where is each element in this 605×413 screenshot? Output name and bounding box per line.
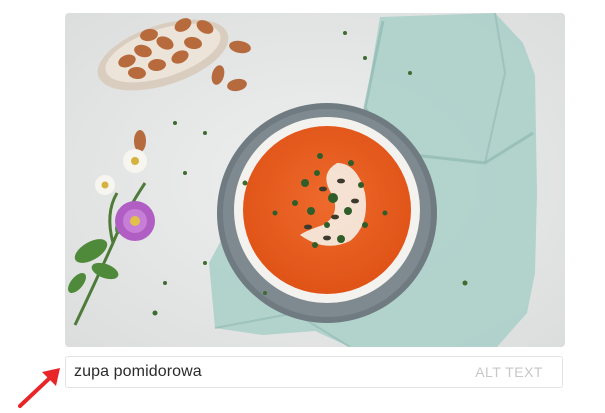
- image-block[interactable]: [65, 13, 565, 347]
- red-arrow-icon: [18, 368, 60, 408]
- alt-text-field[interactable]: zupa pomidorowa ALT TEXT: [65, 356, 563, 388]
- alt-text-label: ALT TEXT: [475, 364, 543, 380]
- soup-photo: [65, 13, 565, 347]
- alt-text-input[interactable]: zupa pomidorowa: [66, 363, 475, 381]
- editor-canvas: zupa pomidorowa ALT TEXT: [0, 0, 605, 413]
